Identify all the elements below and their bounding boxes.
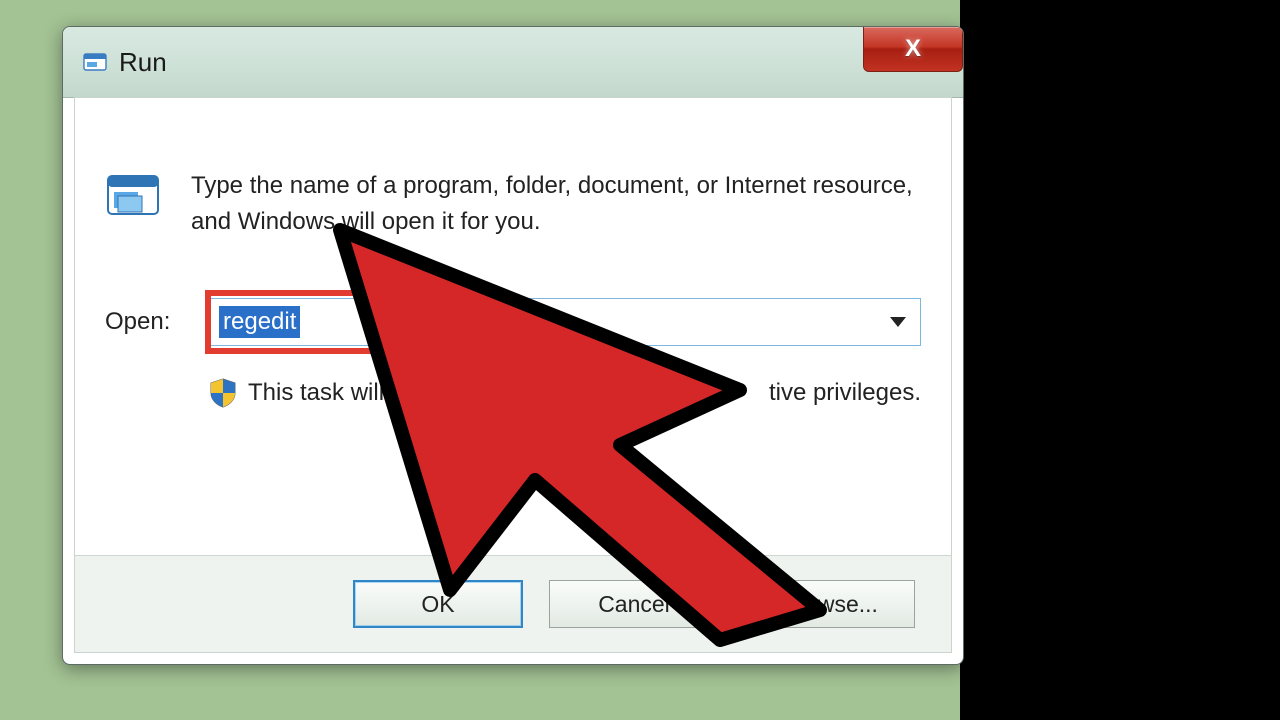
close-button[interactable]: X [863, 27, 963, 72]
browse-button[interactable]: Browse... [745, 580, 915, 628]
cancel-button[interactable]: Cancel [549, 580, 719, 628]
privilege-text-right: tive privileges. [769, 379, 921, 407]
button-bar: OK Cancel Browse... [75, 555, 951, 652]
open-input-value[interactable]: regedit [219, 306, 300, 339]
window-title: Run [119, 47, 167, 78]
run-title-icon [83, 50, 107, 74]
ok-button[interactable]: OK [353, 580, 523, 628]
desktop-background: Run X Type the name of a prog [0, 0, 960, 720]
run-icon [105, 168, 161, 224]
chevron-down-icon[interactable] [890, 317, 906, 327]
run-dialog-window: Run X Type the name of a prog [62, 26, 964, 665]
close-icon: X [905, 35, 921, 63]
run-description: Type the name of a program, folder, docu… [191, 168, 921, 240]
privilege-text-left: This task will b [248, 379, 404, 407]
privilege-note: This task will b tive privileges. [210, 378, 921, 408]
titlebar[interactable]: Run X [63, 27, 963, 98]
dialog-client-area: Type the name of a program, folder, docu… [74, 97, 952, 653]
open-label: Open: [105, 308, 210, 336]
shield-icon [210, 378, 236, 408]
open-combobox[interactable]: regedit [210, 298, 921, 346]
